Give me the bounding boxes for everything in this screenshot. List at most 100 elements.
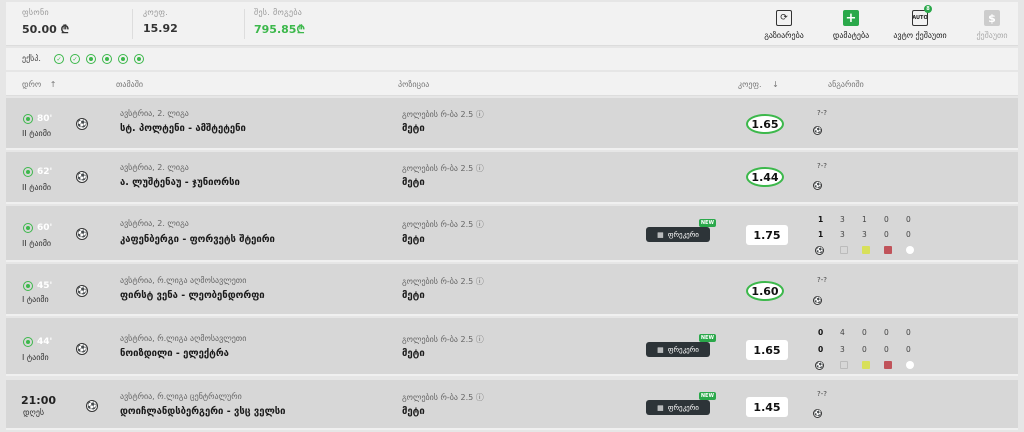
auto-text: AUTO [912, 15, 928, 21]
live-icon [23, 223, 33, 233]
market-name: გოლების რ-ბა 2.5 ⓘ [402, 277, 484, 286]
stat-penalty: 0 [906, 230, 911, 239]
match-period: II ტაიმი [22, 183, 52, 192]
live-dot-icon [118, 54, 128, 64]
table-row[interactable]: 21:00 დღეს ⚽ ავსტრია, რ.ლიგა ცენტრალური … [6, 380, 1018, 430]
frog-label: ფრეკერი [667, 230, 699, 239]
live-icon [23, 281, 33, 291]
auto-icon: AUTO 8 [912, 5, 932, 26]
stat-yellow: 0 [862, 345, 867, 354]
kickoff-time: 21:00 [21, 394, 57, 407]
col-time-label: დრო [22, 80, 42, 89]
stat-red: 0 [884, 230, 889, 239]
new-badge: NEW [698, 334, 716, 342]
match-period: I ტაიმი [22, 353, 49, 362]
match-minute: 80' [37, 114, 53, 124]
bet-summary-bar: ფსონი 50.00 ₾ კოეფ. 15.92 შეს. მოგება 79… [6, 2, 1018, 46]
table-row[interactable]: 62' II ტაიმი ⚽ ავსტრია, 2. ლიგა ა. ლუშტე… [6, 152, 1018, 204]
league-name: ავსტრია, რ.ლიგა აღმოსავლეთი [120, 276, 247, 285]
stat-penalty: 0 [906, 215, 911, 224]
table-row[interactable]: 45' I ტაიმი ⚽ ავსტრია, რ.ლიგა აღმოსავლეთ… [6, 264, 1018, 316]
table-row[interactable]: 60' II ტაიმი ⚽ ავსტრია, 2. ლიგა კაფენბერ… [6, 206, 1018, 262]
market-name: გოლების რ-ბა 2.5 ⓘ [402, 220, 484, 229]
league-name: ავსტრია, რ.ლიგა აღმოსავლეთი [120, 334, 247, 343]
coef-label: კოეფ. [143, 8, 169, 17]
score-unknown: ?-? [817, 162, 827, 170]
live-dot-icon [86, 54, 96, 64]
market-name: გოლების რ-ბა 2.5 ⓘ [402, 335, 484, 344]
penalty-icon [906, 246, 914, 254]
red-card-icon [884, 361, 892, 369]
stat-goals: 1 [818, 215, 824, 224]
scoreboard-icon: ▦ [657, 403, 664, 412]
add-button[interactable]: + დამატება [811, 10, 891, 40]
progress-tokens: ექსპ. ✓ ✓ [6, 48, 1018, 70]
check-icon: ✓ [70, 54, 80, 64]
stat-corners: 4 [840, 328, 845, 337]
score-unknown: ?-? [817, 276, 827, 284]
col-coef[interactable]: კოეფ. ↓ [738, 80, 779, 89]
refresh-icon: ⟳ [776, 10, 792, 26]
football-icon: ⚽ [76, 285, 88, 297]
table-row[interactable]: 44' I ტაიმი ⚽ ავსტრია, რ.ლიგა აღმოსავლეთ… [6, 318, 1018, 376]
league-name: ავსტრია, 2. ლიგა [120, 109, 189, 118]
live-icon [23, 114, 33, 124]
match-name[interactable]: ფირსტ ვენა - ლეობენდორფი [120, 290, 265, 301]
score-unknown: ?-? [817, 109, 827, 117]
stat-yellow: 0 [862, 328, 867, 337]
stats-row-home: 1 3 1 0 0 [818, 215, 928, 224]
football-icon: ⚽ [813, 296, 822, 305]
market-name: გოლების რ-ბა 2.5 ⓘ [402, 110, 484, 119]
yellow-card-icon [862, 361, 870, 369]
league-name: ავსტრია, რ.ლიგა ცენტრალური [120, 392, 242, 401]
stake-label: ფსონი [22, 8, 49, 17]
live-dot-icon [102, 54, 112, 64]
table-row[interactable]: 80' II ტაიმი ⚽ ავსტრია, 2. ლიგა სტ. პოლტ… [6, 98, 1018, 150]
auto-cashout-button[interactable]: AUTO 8 ავტო ქეშაუთი [880, 5, 960, 40]
stat-penalty: 0 [906, 328, 911, 337]
penalty-icon [906, 361, 914, 369]
frog-button[interactable]: ▦ ფრეკერი NEW [646, 334, 716, 357]
cashout-button[interactable]: $ ქეშაუთი [952, 10, 1024, 40]
scoreboard-icon: ▦ [657, 345, 664, 354]
stat-goals: 0 [818, 328, 824, 337]
auto-badge: 8 [924, 5, 932, 13]
scoreboard-icon: ▦ [657, 230, 664, 239]
selection-name: მეტი [402, 290, 425, 301]
corner-icon [840, 246, 848, 254]
selection-name: მეტი [402, 123, 425, 134]
football-icon: ⚽ [815, 246, 824, 255]
add-label: დამატება [832, 31, 870, 40]
odd-value: 1.44 [746, 167, 784, 187]
frog-button[interactable]: ▦ ფრეკერი NEW [646, 219, 716, 242]
odd-value: 1.45 [746, 397, 788, 417]
payout-block: შეს. მოგება 795.85₾ [254, 8, 305, 37]
cashout-label: ქეშაუთი [976, 31, 1008, 40]
col-time[interactable]: დრო ↑ [22, 80, 56, 89]
plus-icon: + [843, 10, 859, 26]
new-badge: NEW [698, 392, 716, 400]
stake-block: ფსონი 50.00 ₾ [22, 8, 69, 37]
kickoff-day: დღეს [23, 408, 45, 417]
stat-corners: 3 [840, 345, 845, 354]
frog-label: ფრეკერი [667, 403, 699, 412]
match-name[interactable]: დოიჩლანდსბერგერი - ვსც ველსი [120, 406, 286, 417]
col-market: პოზიცია [398, 80, 430, 89]
odd-value: 1.60 [746, 281, 784, 301]
match-name[interactable]: სტ. პოლტენი - ამშტეტენი [120, 123, 246, 134]
match-name[interactable]: ნოიზდილი - ელექტრა [120, 348, 229, 359]
football-icon: ⚽ [813, 181, 822, 190]
sort-down-icon: ↓ [772, 80, 779, 89]
match-minute: 60' [37, 223, 53, 233]
coef-block: კოეფ. 15.92 [143, 8, 178, 35]
corner-icon [840, 361, 848, 369]
selection-name: მეტი [402, 348, 425, 359]
match-period: II ტაიმი [22, 129, 52, 138]
match-name[interactable]: კაფენბერგი - ფორვეტს შტეირი [120, 234, 275, 245]
selection-name: მეტი [402, 177, 425, 188]
frog-button[interactable]: ▦ ფრეკერი NEW [646, 392, 716, 415]
match-minute: 44' [37, 337, 53, 347]
match-name[interactable]: ა. ლუშტენაუ - ჯუნიორსი [120, 177, 240, 188]
stat-yellow: 1 [862, 215, 867, 224]
stat-corners: 3 [840, 230, 845, 239]
